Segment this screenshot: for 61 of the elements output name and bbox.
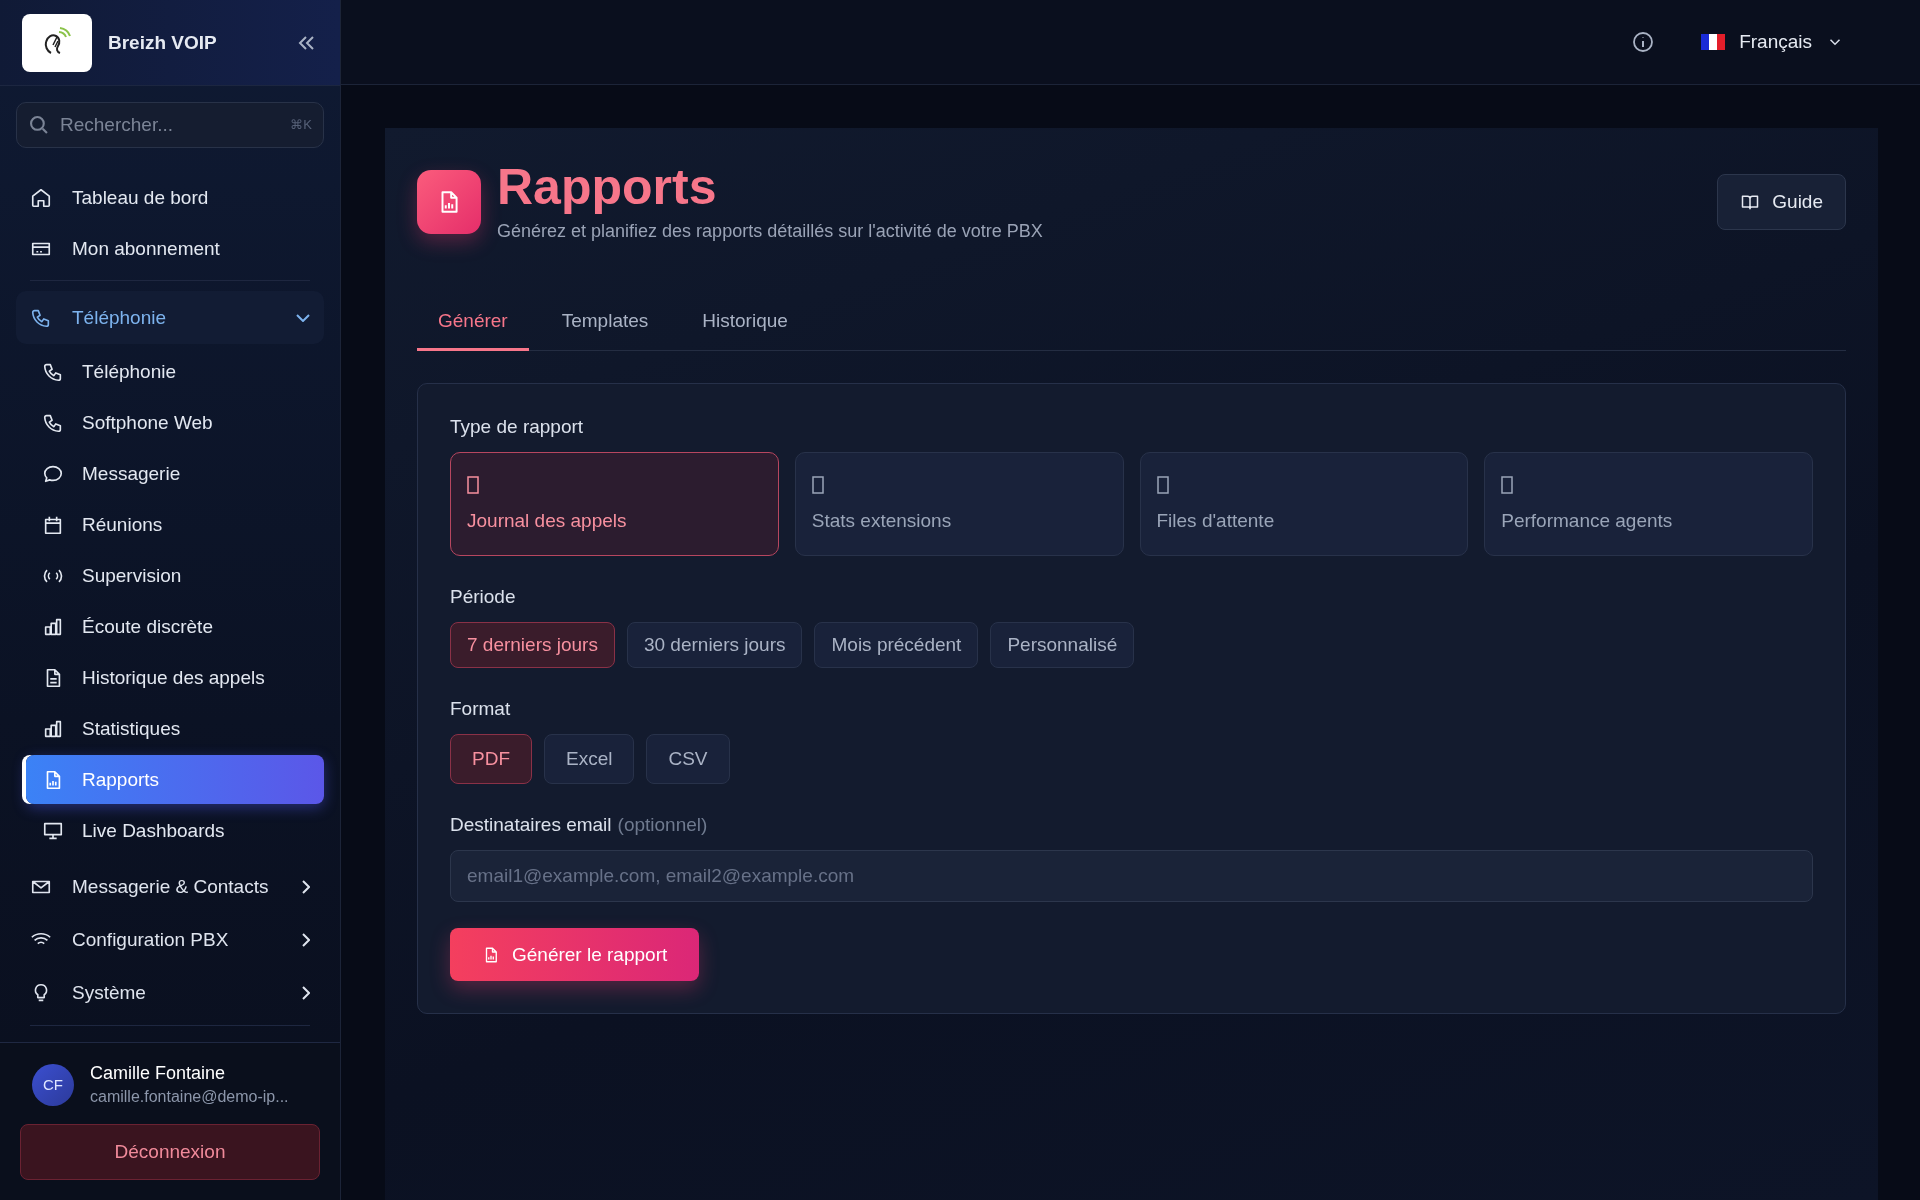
user-name: Camille Fontaine [90,1063,227,1084]
language-selector[interactable]: Français [1695,30,1850,54]
report-icon [417,170,481,234]
missing-glyph-icon [467,476,479,494]
logout-button[interactable]: Déconnexion [20,1124,320,1180]
nav-item[interactable]: Live Dashboards [26,806,324,855]
avatar: CF [32,1063,74,1106]
nav-item[interactable]: Réunions [26,500,324,549]
period-option[interactable]: Mois précédent [814,622,979,668]
field-label: Période [450,586,517,608]
period-option[interactable]: 7 derniers jours [450,622,615,668]
email-field[interactable]: email1@example.com, email2@example.com [450,850,1813,902]
field-label: Format [450,698,512,720]
chevron-icon [302,985,310,1000]
page-subtitle: Générez et planifiez des rapports détaillés sur l'activité de votre PBX [497,221,1044,242]
nav-item[interactable]: Historique des appels [26,653,324,702]
info-icon[interactable] [1631,30,1656,54]
field-label: Type de rapport [450,416,585,438]
nav-group[interactable]: Téléphonie [16,291,324,344]
nav-item[interactable]: Tableau de bord [16,172,324,223]
tab[interactable]: Templates [540,296,670,351]
flag-icon [1701,34,1726,50]
missing-glyph-icon [1156,476,1169,494]
nav-icon [30,186,52,209]
report-type-card[interactable]: Stats extensions [794,452,1124,556]
page-title: Rapports [497,160,718,215]
optional-hint: (optionnel) [617,814,708,836]
brand-name: Breizh VOIP [108,31,218,54]
chevron-icon [302,932,310,947]
logo-icon [22,13,92,72]
chevron-icon [296,313,310,322]
book-icon [1740,192,1761,212]
nav-item[interactable]: Téléphonie [26,347,324,396]
report-type-card[interactable]: Files d'attente [1139,452,1469,556]
report-type-card[interactable]: Performance agents [1484,452,1813,556]
period-option[interactable]: 30 derniers jours [626,622,803,668]
shortcut-hint: ⌘K [290,117,312,132]
format-option[interactable]: PDF [450,734,532,784]
tab[interactable]: Historique [681,296,809,351]
generate-button[interactable]: Générer le rapport [450,928,700,981]
period-option[interactable]: Personnalisé [990,622,1135,668]
tab[interactable]: Générer [417,296,529,351]
nav-item[interactable]: Supervision [26,551,324,600]
user-email: camille.fontaine@demo-ip... [90,1088,289,1106]
format-option[interactable]: Excel [544,734,635,784]
field-label: Destinataires email [450,814,612,836]
search-icon [30,116,48,134]
nav-group[interactable]: Messagerie & Contacts [16,860,324,913]
nav-item[interactable]: Écoute discrète [26,602,324,651]
nav-item[interactable]: Statistiques [26,704,324,753]
nav-item[interactable]: Softphone Web [26,398,324,447]
missing-glyph-icon [1501,476,1514,494]
report-type-card[interactable]: Journal des appels [450,452,779,556]
nav-item[interactable]: Messagerie [26,449,324,498]
nav-item[interactable]: Mon abonnement [16,223,324,274]
missing-glyph-icon [811,476,824,494]
guide-button[interactable]: Guide [1717,174,1846,230]
chevron-icon [302,879,310,894]
nav-group[interactable]: Système [16,966,324,1019]
format-option[interactable]: CSV [646,734,730,784]
nav-group[interactable]: Configuration PBX [16,913,324,966]
